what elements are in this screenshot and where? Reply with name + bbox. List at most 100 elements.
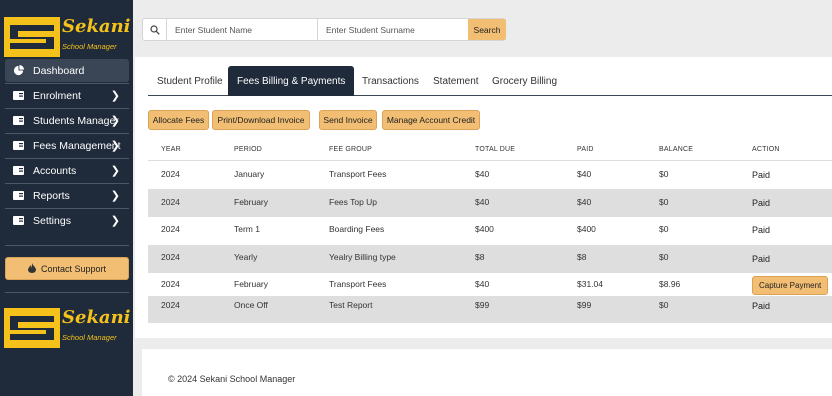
cell-fee-group: Fees Top Up <box>329 197 378 207</box>
cell-period: Once Off <box>234 300 268 310</box>
student-fees-panel: Student Profile Fees Billing & Payments … <box>135 57 832 338</box>
sidebar-item-label: Settings <box>33 214 71 227</box>
status-paid: Paid <box>752 170 771 180</box>
status-paid: Paid <box>752 301 771 311</box>
cell-year: 2024 <box>161 300 180 310</box>
cell-year: 2024 <box>161 197 180 207</box>
cell-total-due: $400 <box>475 224 494 234</box>
cell-paid: $8 <box>577 252 587 262</box>
col-period: PERIOD <box>234 146 263 153</box>
cell-total-due: $40 <box>475 197 490 207</box>
cell-paid: $99 <box>577 300 592 310</box>
chevron-right-icon: ❯ <box>110 90 120 102</box>
cell-fee-group: Transport Fees <box>329 279 387 289</box>
print-download-invoice-button[interactable]: Print/Download Invoice <box>212 110 310 130</box>
table-row: 2024 January Transport Fees $40 $40 $0 P… <box>148 161 832 189</box>
sidebar-item-settings[interactable]: Settings ❯ <box>5 209 129 232</box>
table-row: 2024 Yearly Yealry Billing type $8 $8 $0… <box>148 245 832 273</box>
capture-payment-button[interactable]: Capture Payment <box>752 276 829 295</box>
brand-logo[interactable]: Sekani School Manager <box>4 17 131 57</box>
contact-support-button[interactable]: Contact Support <box>5 257 129 280</box>
sidebar-item-label: Dashboard <box>33 64 85 77</box>
brand-name: Sekani <box>62 307 131 328</box>
col-balance: BALANCE <box>659 146 694 153</box>
tab-fees-billing-payments[interactable]: Fees Billing & Payments <box>228 66 355 96</box>
send-invoice-button[interactable]: Send Invoice <box>319 110 377 130</box>
student-surname-input[interactable] <box>318 19 468 40</box>
cell-period: January <box>234 169 265 179</box>
table-header: YEAR PERIOD FEE GROUP TOTAL DUE PAID BAL… <box>148 139 832 161</box>
sidebar-item-label: Fees Management <box>33 139 121 152</box>
sidebar-item-label: Reports <box>33 189 70 202</box>
cell-paid: $40 <box>577 169 592 179</box>
chevron-right-icon: ❯ <box>110 140 120 152</box>
cell-paid: $40 <box>577 197 592 207</box>
cell-balance: $0 <box>659 224 669 234</box>
status-paid: Paid <box>752 225 771 235</box>
chevron-right-icon: ❯ <box>110 215 120 227</box>
sekani-logo-icon <box>4 308 60 348</box>
manage-account-credit-button[interactable]: Manage Account Credit <box>382 110 480 130</box>
sidebar-item-fees-management[interactable]: Fees Management ❯ <box>5 134 129 157</box>
tab-transactions[interactable]: Transactions <box>353 66 428 96</box>
sidebar-item-students-manager[interactable]: Students Manager ❯ <box>5 109 129 132</box>
cell-paid: $400 <box>577 224 596 234</box>
cell-period: February <box>234 279 269 289</box>
brand-name: Sekani <box>62 16 131 37</box>
col-total-due: TOTAL DUE <box>475 146 516 153</box>
sidebar-item-accounts[interactable]: Accounts ❯ <box>5 159 129 182</box>
status-paid: Paid <box>752 198 771 208</box>
cell-fee-group: Yealry Billing type <box>329 252 396 262</box>
divider <box>5 245 129 246</box>
cell-year: 2024 <box>161 169 180 179</box>
id-card-icon <box>12 115 24 127</box>
tab-grocery-billing[interactable]: Grocery Billing <box>483 66 566 96</box>
cell-total-due: $8 <box>475 252 485 262</box>
col-action: ACTION <box>752 146 780 153</box>
chevron-right-icon: ❯ <box>110 190 120 202</box>
allocate-fees-button[interactable]: Allocate Fees <box>148 110 209 130</box>
tab-student-profile[interactable]: Student Profile <box>148 66 232 96</box>
cell-period: Term 1 <box>234 224 260 234</box>
id-card-icon <box>12 215 24 227</box>
cell-total-due: $99 <box>475 300 490 310</box>
chevron-right-icon: ❯ <box>110 115 120 127</box>
id-card-icon <box>12 165 24 177</box>
brand-logo-footer: Sekani School Manager <box>4 308 131 348</box>
cell-total-due: $40 <box>475 279 490 289</box>
cell-balance: $8.96 <box>659 279 681 289</box>
status-paid: Paid <box>752 254 771 264</box>
brand-subtitle: School Manager <box>62 333 117 342</box>
cell-balance: $0 <box>659 197 669 207</box>
pie-chart-icon <box>12 65 24 77</box>
flame-icon <box>27 262 36 275</box>
sidebar-item-dashboard[interactable]: Dashboard <box>5 59 129 82</box>
sidebar-item-label: Enrolment <box>33 89 81 102</box>
cell-total-due: $40 <box>475 169 490 179</box>
sidebar-item-enrolment[interactable]: Enrolment ❯ <box>5 84 129 107</box>
student-name-input[interactable] <box>167 19 318 40</box>
cell-fee-group: Test Report <box>329 300 373 310</box>
search-button[interactable]: Search <box>468 19 506 40</box>
cell-paid: $31.04 <box>577 279 603 289</box>
col-fee-group: FEE GROUP <box>329 146 373 153</box>
cell-year: 2024 <box>161 279 180 289</box>
divider <box>5 292 129 293</box>
cell-year: 2024 <box>161 224 180 234</box>
cell-fee-group: Boarding Fees <box>329 224 385 234</box>
student-search-bar: Search <box>142 18 506 41</box>
search-icon[interactable] <box>143 19 167 40</box>
col-paid: PAID <box>577 146 594 153</box>
contact-support-label: Contact Support <box>40 263 107 274</box>
tab-statement[interactable]: Statement <box>424 66 488 96</box>
id-card-icon <box>12 140 24 152</box>
table-row: 2024 Once Off Test Report $99 $99 $0 Pai… <box>148 296 832 323</box>
sidebar-item-reports[interactable]: Reports ❯ <box>5 184 129 207</box>
cell-year: 2024 <box>161 252 180 262</box>
cell-balance: $0 <box>659 300 669 310</box>
chevron-right-icon: ❯ <box>110 165 120 177</box>
sidebar-item-label: Students Manager <box>33 114 119 127</box>
table-row: 2024 Term 1 Boarding Fees $400 $400 $0 P… <box>148 217 832 245</box>
cell-period: February <box>234 197 269 207</box>
cell-balance: $0 <box>659 252 669 262</box>
